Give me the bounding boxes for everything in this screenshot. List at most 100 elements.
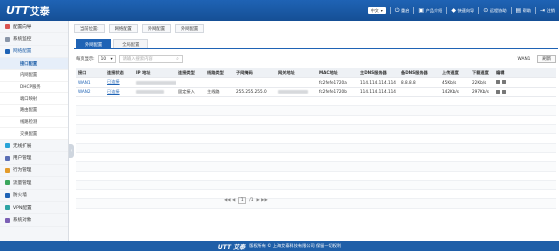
toolbar-save-button[interactable]: ▣ 产品介绍: [418, 6, 442, 14]
empty-table-row: [76, 190, 556, 200]
refresh-button[interactable]: 刷新: [537, 55, 556, 63]
toolbar-logout-button[interactable]: ⇥ 注销: [540, 6, 555, 14]
sidebar-item-label: 用户管理: [13, 156, 32, 162]
sidebar-item-label: VPN配置: [13, 205, 32, 211]
tab-wan-config[interactable]: 外网配置: [76, 39, 112, 48]
edit-icon[interactable]: [496, 89, 500, 94]
menu-icon: [5, 180, 10, 186]
delete-icon[interactable]: [502, 80, 506, 85]
sidebar-subitem[interactable]: 端口映射: [0, 93, 68, 105]
logo-latin-text: UTT: [6, 4, 29, 17]
column-header: MAC地址: [319, 69, 338, 75]
sidebar-subitem[interactable]: DHCP服务: [0, 81, 68, 94]
column-header: 编辑: [496, 69, 505, 75]
breadcrumb-item[interactable]: 网络配置: [108, 24, 138, 33]
sidebar-subitem[interactable]: 内网配置: [0, 69, 68, 82]
toolbar-label: 帮助: [522, 7, 532, 13]
interface-link[interactable]: WAN2: [76, 89, 105, 94]
gateway-cell: [276, 89, 317, 95]
upload-speed-cell: 142Kb/s: [442, 89, 459, 95]
menu-icon: [5, 24, 10, 30]
sidebar-item[interactable]: 无线扩展: [0, 140, 68, 153]
sidebar-subitem[interactable]: 路由配置: [0, 104, 68, 117]
column-header: 子网掩码: [236, 69, 253, 75]
toolbar-help-button[interactable]: ▤ 帮助: [515, 6, 532, 14]
language-select[interactable]: 中文 ▾: [367, 7, 386, 14]
breadcrumb-item: 当前位置:: [74, 24, 105, 33]
pagination: ◀◀ ◀ 1 /1 ▶ ▶▶: [224, 197, 268, 204]
sidebar-item-label: 配置向导: [13, 24, 32, 30]
utt-logo: UTT 艾泰: [6, 4, 50, 18]
toolbar-diagnose-button[interactable]: ⊙ 远程协助: [483, 7, 506, 14]
footer: UTT 艾泰 版权所有 © 上海艾泰科技有限公司 保留一切权利: [0, 241, 559, 251]
empty-table-row: [76, 162, 556, 172]
prev-page-button[interactable]: ◀◀ ◀: [224, 198, 235, 203]
menu-icon: [5, 155, 10, 161]
page-number-input[interactable]: 1: [238, 197, 247, 204]
download-speed-cell: 297Kb/s: [472, 89, 489, 95]
top-toolbar: 中文 ▾ ⏻ 重启 ▣ 产品介绍 ◆ 快速向导 ⊙ 远程协助 ▤ 帮助 ⇥ 注销: [367, 6, 555, 15]
sidebar-item[interactable]: 网络配置: [0, 46, 68, 59]
interface-link[interactable]: WAN1: [76, 80, 105, 85]
mac-address-cell: fc2fefe1720b: [319, 89, 347, 95]
save-icon: ▣: [418, 6, 425, 14]
toolbar-power-button[interactable]: ⏻ 重启: [394, 6, 410, 14]
sidebar-item[interactable]: VPN配置: [0, 202, 68, 215]
toolbar-separator: [413, 7, 415, 14]
sidebar-subitem[interactable]: 接口配置: [0, 58, 68, 70]
mac-address-cell: fc2fefe1720a: [319, 79, 347, 85]
sidebar-item[interactable]: 用户管理: [0, 152, 68, 165]
connection-status-link[interactable]: 已连接: [105, 89, 134, 95]
menu-icon: [5, 217, 10, 223]
table-row: WAN1 已连接 fc2fefe1720a 114.114.114.114 8.8.8.…: [76, 78, 556, 88]
sidebar-item[interactable]: 配置向导: [0, 21, 68, 34]
toolbar-label: 注销: [546, 7, 555, 13]
sidebar-item-label: 防火墙: [13, 193, 27, 199]
empty-table-row: [76, 199, 556, 209]
top-header: UTT 艾泰 中文 ▾ ⏻ 重启 ▣ 产品介绍 ◆ 快速向导 ⊙ 远程协助 ▤ 帮助 ⇥ 注销: [0, 0, 559, 21]
sidebar-item-label: 无线扩展: [13, 143, 32, 149]
page-total: /1: [249, 198, 254, 203]
chevron-down-icon: ▾: [110, 56, 113, 62]
ip-address-cell: [134, 89, 176, 95]
per-page-select[interactable]: 10 ▾: [97, 55, 116, 63]
footer-logo: UTT 艾泰: [217, 243, 246, 251]
sidebar-subitem[interactable]: 交换配置: [0, 128, 68, 140]
table-row: WAN2 已连接 固定接入 主线路 255.255.255.0 fc2fefe1720b 1…: [76, 88, 556, 98]
logout-icon: ⇥: [540, 6, 546, 14]
sidebar-item[interactable]: 行为管理: [0, 165, 68, 178]
toolbar-separator: [478, 7, 480, 14]
sidebar-item[interactable]: 系统监控: [0, 33, 68, 46]
table-empty-rows: [76, 97, 556, 209]
tab-global-config[interactable]: 全局配置: [113, 39, 149, 48]
menu-icon: [5, 48, 10, 54]
breadcrumb-item[interactable]: 外网配置: [141, 24, 172, 33]
delete-icon[interactable]: [502, 89, 506, 94]
ip-address-cell: [134, 80, 176, 85]
menu-icon: [5, 36, 10, 42]
column-header: 主DNS服务器: [360, 69, 387, 75]
edit-icon[interactable]: [496, 80, 500, 85]
toolbar-label: 重启: [401, 7, 410, 13]
toolbar-wizard-button[interactable]: ◆ 快速向导: [451, 7, 474, 14]
column-header: 网关地址: [278, 69, 295, 75]
power-icon: ⏻: [394, 6, 400, 14]
breadcrumb-item[interactable]: 外网配置: [175, 24, 205, 33]
sidebar-item-label: 行为管理: [13, 168, 32, 174]
next-page-button[interactable]: ▶ ▶▶: [256, 198, 267, 203]
sidebar-item[interactable]: 流量管理: [0, 177, 68, 190]
per-page-value: 10: [100, 56, 107, 62]
sidebar-item[interactable]: 防火墙: [0, 190, 68, 202]
subnet-mask-cell: 255.255.255.0: [236, 89, 267, 95]
search-input[interactable]: 请输入搜索内容 ⌕: [118, 55, 183, 63]
connection-status-link[interactable]: 已连接: [105, 79, 134, 85]
empty-table-row: [76, 106, 556, 116]
gateway-cell: [276, 80, 317, 85]
menu-icon: [5, 143, 10, 149]
sidebar-item[interactable]: 系统对象: [0, 214, 68, 227]
table-header-row: 接口 连接状态 IP 地址 连接类型 线路类型 子网掩码 网关地址 MAC地址 主DNS服务器 备…: [76, 68, 556, 78]
chevron-left-icon: ‹: [70, 148, 73, 154]
help-icon: ▤: [515, 6, 522, 14]
main-content: 当前位置: 网络配置 外网配置 外网配置 外网配置 全局配置 每页显示: 10 ▾ 请输…: [74, 21, 559, 241]
sidebar-subitem[interactable]: 线路检测: [0, 116, 68, 129]
